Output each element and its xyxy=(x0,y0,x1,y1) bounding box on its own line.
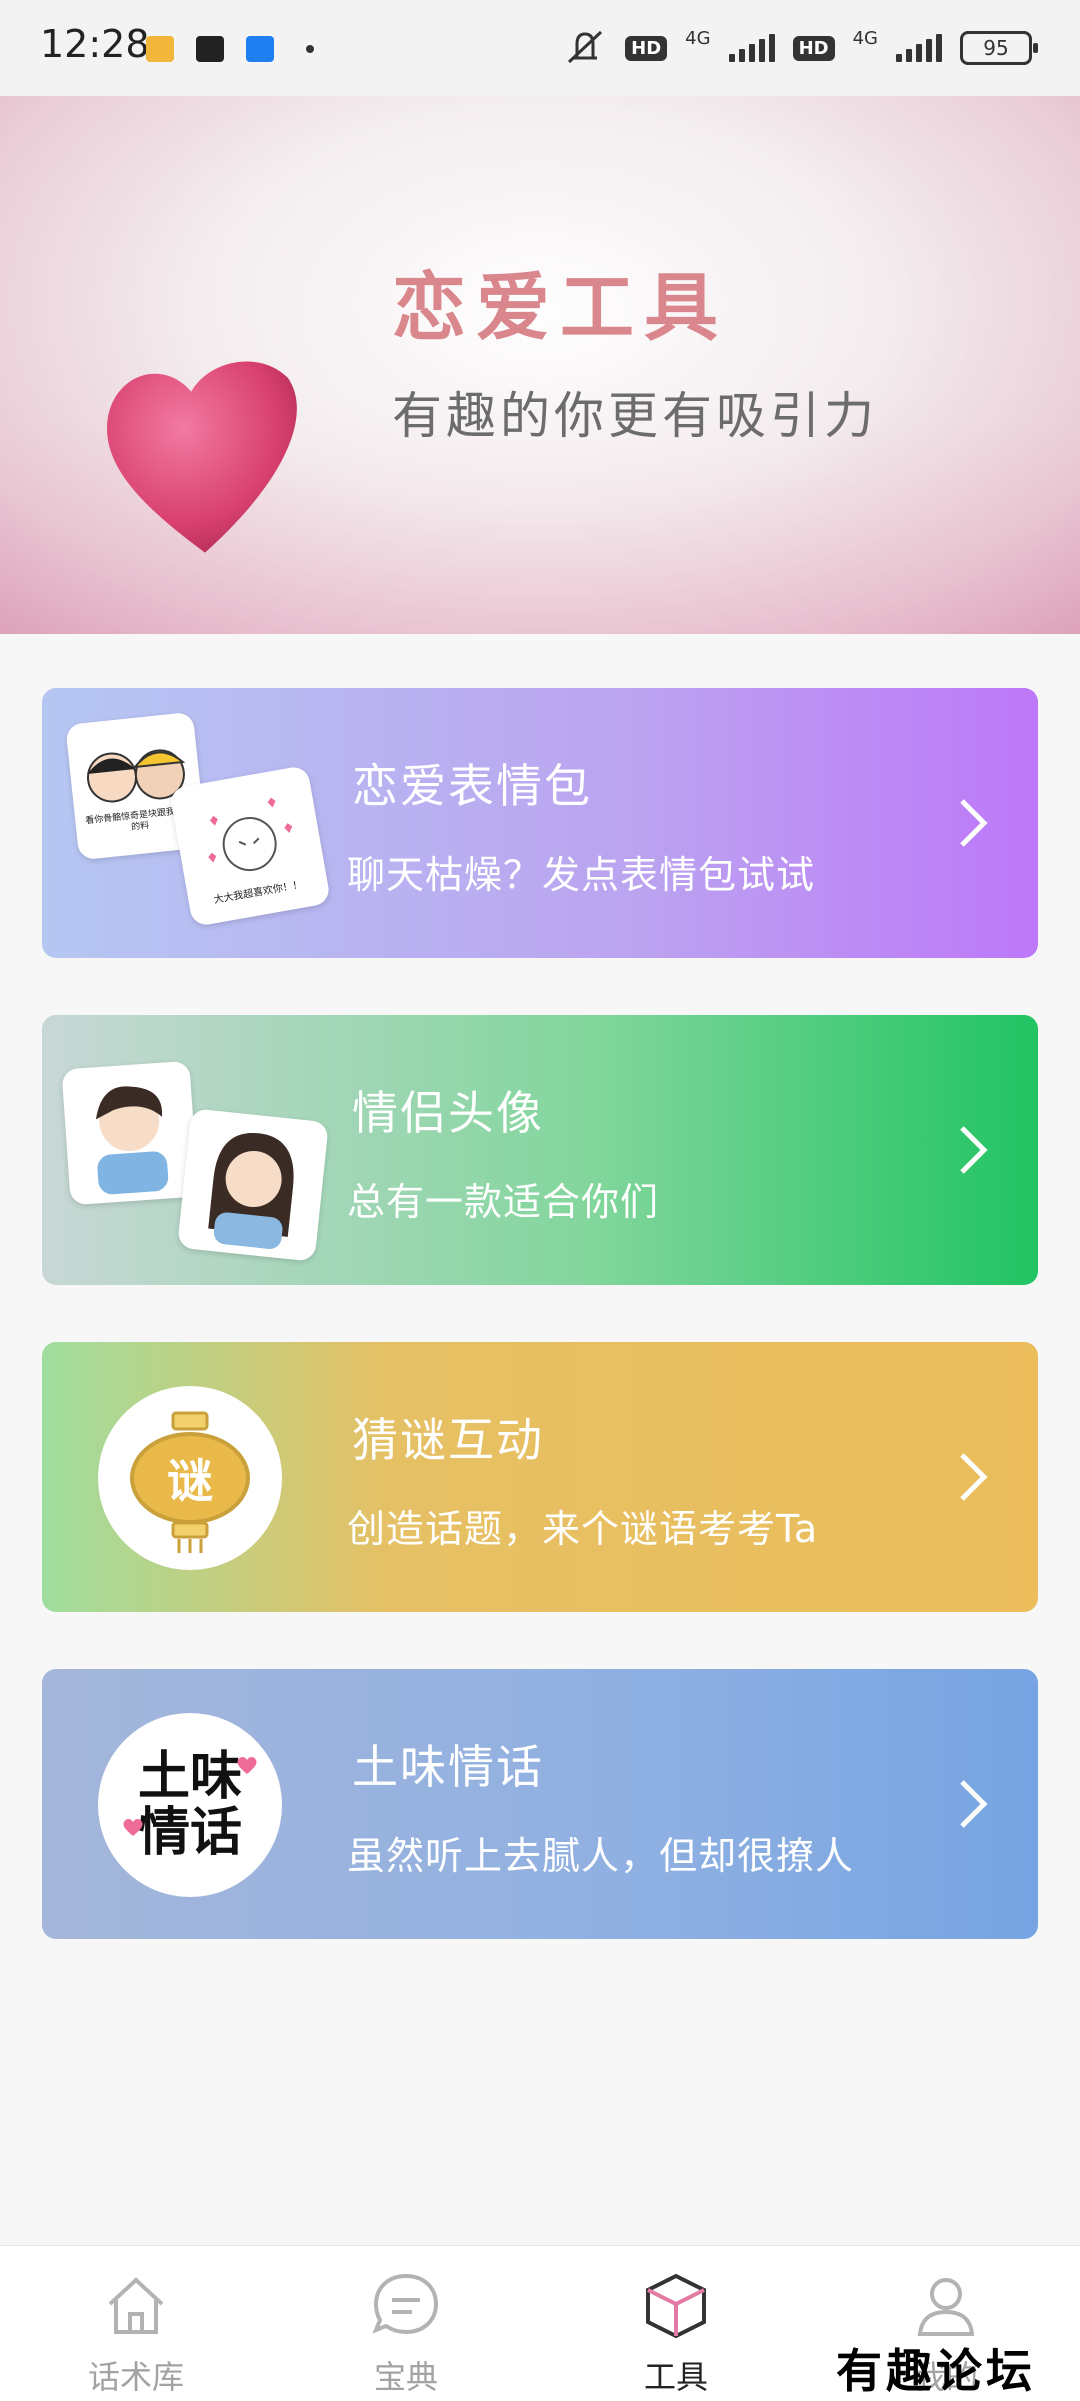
tab-tools[interactable]: 工具 xyxy=(596,2270,756,2398)
zhihu-icon xyxy=(246,36,274,62)
user-icon xyxy=(917,2278,975,2336)
battery-icon: 95 xyxy=(960,31,1038,65)
tool-card-desc: 聊天枯燥？发点表情包试试 xyxy=(347,853,816,897)
heart-icon xyxy=(107,361,297,553)
hero-banner: 恋爱工具 有趣的你更有吸引力 xyxy=(0,96,1080,634)
tool-card-couple-avatar[interactable]: 情侣头像 总有一款适合你们 xyxy=(42,1015,1038,1285)
more-notifications-dot xyxy=(306,45,314,53)
banner-title: 恋爱工具 xyxy=(392,265,728,351)
small-heart-icon xyxy=(237,1757,257,1774)
chevron-right-icon xyxy=(960,1780,988,1828)
tab-label: 工具 xyxy=(643,2358,708,2396)
signal-icon xyxy=(728,34,775,62)
avatar-boy xyxy=(61,1060,199,1206)
banner-subtitle: 有趣的你更有吸引力 xyxy=(392,387,878,445)
tool-card-riddle[interactable]: 谜 猜谜互动 创造话题，来个谜语考考Ta xyxy=(42,1342,1038,1612)
logo-line-2: 情话 xyxy=(137,1803,242,1863)
tool-card-label: 恋爱表情包 xyxy=(352,759,592,813)
tab-label: 宝典 xyxy=(373,2358,438,2396)
small-heart-icon xyxy=(123,1819,143,1836)
tab-scripts[interactable]: 话术库 xyxy=(56,2270,216,2398)
network-type: 4G xyxy=(685,27,711,49)
status-bar: 12:28 HD 4G HD 4G 95 xyxy=(0,0,1080,96)
tab-guide[interactable]: 宝典 xyxy=(326,2270,486,2398)
chevron-right-icon xyxy=(960,1453,988,1501)
signal-icon-2 xyxy=(896,34,942,62)
tab-label: 话术库 xyxy=(87,2358,184,2396)
dewu-icon xyxy=(196,36,224,62)
tool-card-emoji[interactable]: 看你骨骼惊奇是块跟我恋爱的料 大大我超喜欢你！！ 恋爱表情包 聊天枯燥？发点表情… xyxy=(42,688,1038,958)
chevron-right-icon xyxy=(960,799,988,847)
mute-icon xyxy=(568,30,603,64)
status-right: HD 4G HD 4G 95 xyxy=(563,27,1038,68)
home-icon xyxy=(108,2277,164,2334)
cube-icon xyxy=(646,2273,706,2339)
lantern-char: 谜 xyxy=(167,1454,213,1508)
network-type-2: 4G xyxy=(852,27,878,49)
avatar-girl xyxy=(177,1108,329,1262)
love-words-logo: 土味 情话 xyxy=(98,1713,282,1897)
chevron-right-icon xyxy=(960,1126,988,1174)
riddle-lantern-icon: 谜 xyxy=(98,1386,282,1570)
hd-badge: HD xyxy=(625,35,668,61)
hd-badge-2: HD xyxy=(792,35,835,61)
tool-card-desc: 虽然听上去腻人，但却很撩人 xyxy=(347,1834,855,1878)
chat-bubble-icon xyxy=(372,2273,439,2335)
tool-card-label: 猜谜互动 xyxy=(352,1413,544,1467)
tool-card-love-words[interactable]: 土味 情话 土味情话 虽然听上去腻人，但却很撩人 xyxy=(42,1669,1038,1939)
tool-card-desc: 创造话题，来个谜语考考Ta xyxy=(347,1507,819,1551)
tool-card-desc: 总有一款适合你们 xyxy=(347,1180,660,1224)
logo-line-1: 土味 xyxy=(137,1747,242,1807)
girl-avatar-icon xyxy=(208,1132,294,1250)
boy-avatar-icon xyxy=(95,1086,169,1195)
mail-icon xyxy=(146,36,174,62)
tool-card-label: 情侣头像 xyxy=(352,1086,544,1140)
watermark: 有趣论坛 xyxy=(836,2344,1036,2398)
status-time: 12:28 xyxy=(40,22,150,66)
emoji-sticker-right: 大大我超喜欢你！！ xyxy=(168,764,332,928)
tool-card-label: 土味情话 xyxy=(352,1740,544,1794)
